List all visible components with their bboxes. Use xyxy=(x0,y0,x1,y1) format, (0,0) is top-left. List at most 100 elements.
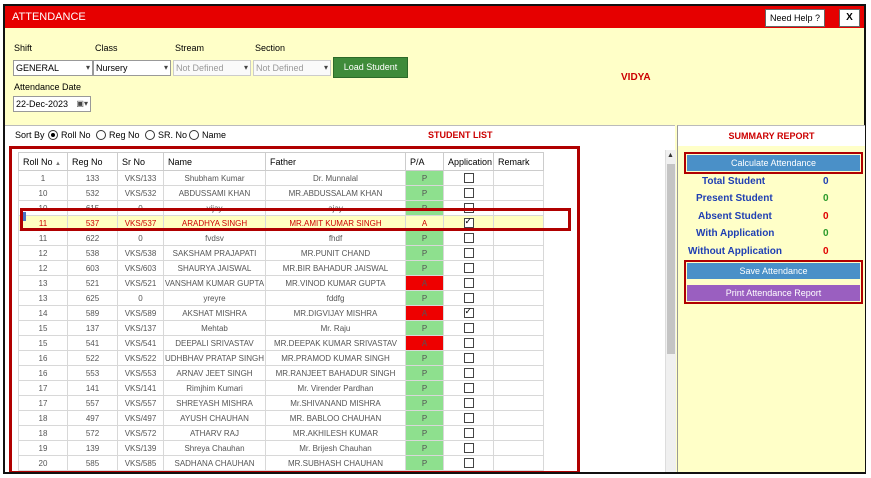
cell-remark[interactable] xyxy=(493,440,545,456)
checkbox-icon[interactable] xyxy=(463,398,474,408)
column-father[interactable]: Father xyxy=(265,152,406,171)
column-roll-no[interactable]: Roll No ▲ xyxy=(18,152,68,171)
cell-pa[interactable]: P xyxy=(405,410,444,426)
checkbox-icon[interactable] xyxy=(463,353,474,363)
cell-pa[interactable]: P xyxy=(405,320,444,336)
cell-pa[interactable]: P xyxy=(405,230,444,246)
cell-pa[interactable]: P xyxy=(405,425,444,441)
checkbox-icon[interactable] xyxy=(463,263,474,273)
checkbox-checked-icon[interactable] xyxy=(463,307,474,318)
checkbox-icon[interactable] xyxy=(463,278,474,288)
section-select[interactable]: Not Defined ▾ xyxy=(253,60,331,76)
table-row[interactable]: 14 589 VKS/589 AKSHAT MISHRA MR.DIGVIJAY MIS… xyxy=(18,305,545,321)
table-row[interactable]: 10 532 VKS/532 ABDUSSAMI KHAN MR.ABDUSSALAM … xyxy=(18,185,545,201)
checkbox-icon[interactable] xyxy=(463,428,474,438)
cell-remark[interactable] xyxy=(493,410,545,426)
cell-remark[interactable] xyxy=(493,455,545,471)
cell-pa[interactable]: P xyxy=(405,245,444,261)
cell-pa[interactable]: A xyxy=(405,305,444,321)
cell-pa[interactable]: P xyxy=(405,185,444,201)
cell-remark[interactable] xyxy=(493,320,545,336)
cell-pa[interactable]: A xyxy=(405,335,444,351)
save-attendance-button[interactable]: Save Attendance xyxy=(687,263,860,279)
grid-scrollbar[interactable]: ▲ xyxy=(665,150,676,472)
table-row[interactable]: 16 522 VKS/522 UDHBHAV PRATAP SINGH MR.PRAMO… xyxy=(18,350,545,366)
table-row[interactable]: 13 625 0 yreyre fddfg P xyxy=(18,290,545,306)
table-row[interactable]: 17 141 VKS/141 Rimjhim Kumari Mr. Virender P… xyxy=(18,380,545,396)
cell-remark[interactable] xyxy=(493,245,545,261)
checkbox-icon[interactable] xyxy=(463,173,474,183)
cell-pa[interactable]: P xyxy=(405,455,444,471)
column-sr-no[interactable]: Sr No xyxy=(117,152,164,171)
chevron-down-icon: ▾ xyxy=(85,63,90,72)
checkbox-icon[interactable] xyxy=(463,443,474,453)
class-select[interactable]: Nursery ▾ xyxy=(93,60,171,76)
table-row[interactable]: 19 139 VKS/139 Shreya Chauhan Mr. Brijesh Ch… xyxy=(18,440,545,456)
scrollbar-thumb[interactable] xyxy=(667,164,675,354)
load-student-button[interactable]: Load Student xyxy=(333,57,408,78)
checkbox-icon[interactable] xyxy=(463,188,474,198)
need-help-button[interactable]: Need Help ? xyxy=(765,9,825,27)
cell-pa[interactable]: P xyxy=(405,440,444,456)
checkbox-icon[interactable] xyxy=(463,368,474,378)
checkbox-icon[interactable] xyxy=(463,293,474,303)
column-pa[interactable]: P/A xyxy=(405,152,444,171)
table-row[interactable]: 16 553 VKS/553 ARNAV JEET SINGH MR.RANJEET B… xyxy=(18,365,545,381)
sort-name-radio[interactable]: Name xyxy=(189,129,226,141)
table-row[interactable]: 20 585 VKS/585 SADHANA CHAUHAN MR.SUBHASH CH… xyxy=(18,455,545,471)
column-application[interactable]: Application xyxy=(442,152,495,171)
cell-pa[interactable]: P xyxy=(405,170,444,186)
table-row[interactable]: 12 538 VKS/538 SAKSHAM PRAJAPATI MR.PUNIT CH… xyxy=(18,245,545,261)
column-remark[interactable]: Remark xyxy=(493,152,545,171)
cell-remark[interactable] xyxy=(493,425,545,441)
cell-remark[interactable] xyxy=(493,350,545,366)
cell-pa[interactable]: P xyxy=(405,260,444,276)
checkbox-icon[interactable] xyxy=(463,248,474,258)
table-row[interactable]: 18 572 VKS/572 ATHARV RAJ MR.AKHILESH KUMAR P xyxy=(18,425,545,441)
cell-remark[interactable] xyxy=(493,260,545,276)
cell-remark[interactable] xyxy=(493,275,545,291)
cell-pa[interactable]: P xyxy=(405,290,444,306)
attendance-date-picker[interactable]: 22-Dec-2023 ▣▾ xyxy=(13,96,91,112)
table-row[interactable]: 15 137 VKS/137 Mehtab Mr. Raju P xyxy=(18,320,545,336)
table-row[interactable]: 18 497 VKS/497 AYUSH CHAUHAN MR. BABLOO CHAU… xyxy=(18,410,545,426)
checkbox-icon[interactable] xyxy=(463,233,474,243)
cell-remark[interactable] xyxy=(493,230,545,246)
table-row[interactable]: 13 521 VKS/521 VANSHAM KUMAR GUPTA MR.VINOD … xyxy=(18,275,545,291)
cell-pa[interactable]: P xyxy=(405,350,444,366)
cell-pa[interactable]: P xyxy=(405,395,444,411)
checkbox-icon[interactable] xyxy=(463,338,474,348)
checkbox-icon[interactable] xyxy=(463,413,474,423)
cell-remark[interactable] xyxy=(493,185,545,201)
calculate-attendance-button[interactable]: Calculate Attendance xyxy=(687,155,860,171)
cell-remark[interactable] xyxy=(493,365,545,381)
cell-remark[interactable] xyxy=(493,170,545,186)
cell-remark[interactable] xyxy=(493,290,545,306)
table-row[interactable]: 17 557 VKS/557 SHREYASH MISHRA Mr.SHIVANAND … xyxy=(18,395,545,411)
sort-reg-no-radio[interactable]: Reg No xyxy=(96,129,140,141)
table-row[interactable]: 15 541 VKS/541 DEEPALI SRIVASTAV MR.DEEPAK K… xyxy=(18,335,545,351)
shift-select[interactable]: GENERAL ▾ xyxy=(13,60,93,76)
scroll-up-icon[interactable]: ▲ xyxy=(667,152,674,159)
column-reg-no[interactable]: Reg No xyxy=(67,152,118,171)
checkbox-icon[interactable] xyxy=(463,323,474,333)
cell-remark[interactable] xyxy=(493,380,545,396)
cell-remark[interactable] xyxy=(493,305,545,321)
cell-pa[interactable]: P xyxy=(405,380,444,396)
cell-pa[interactable]: P xyxy=(405,365,444,381)
table-row[interactable]: 11 622 0 fvdsv fhdf P xyxy=(18,230,545,246)
sort-sr-no-radio[interactable]: SR. No xyxy=(145,129,187,141)
print-attendance-report-button[interactable]: Print Attendance Report xyxy=(687,285,860,301)
column-name[interactable]: Name xyxy=(163,152,266,171)
cell-sr: VKS/603 xyxy=(117,260,164,276)
table-row[interactable]: 1 133 VKS/133 Shubham Kumar Dr. Munnalal P xyxy=(18,170,545,186)
checkbox-icon[interactable] xyxy=(463,458,474,468)
cell-remark[interactable] xyxy=(493,395,545,411)
checkbox-icon[interactable] xyxy=(463,383,474,393)
cell-pa[interactable]: A xyxy=(405,275,444,291)
cell-remark[interactable] xyxy=(493,335,545,351)
stream-select[interactable]: Not Defined ▾ xyxy=(173,60,251,76)
table-row[interactable]: 12 603 VKS/603 SHAURYA JAISWAL MR.BIR BAHADU… xyxy=(18,260,545,276)
sort-roll-no-radio[interactable]: Roll No xyxy=(48,129,91,141)
close-button[interactable]: X xyxy=(839,9,860,27)
